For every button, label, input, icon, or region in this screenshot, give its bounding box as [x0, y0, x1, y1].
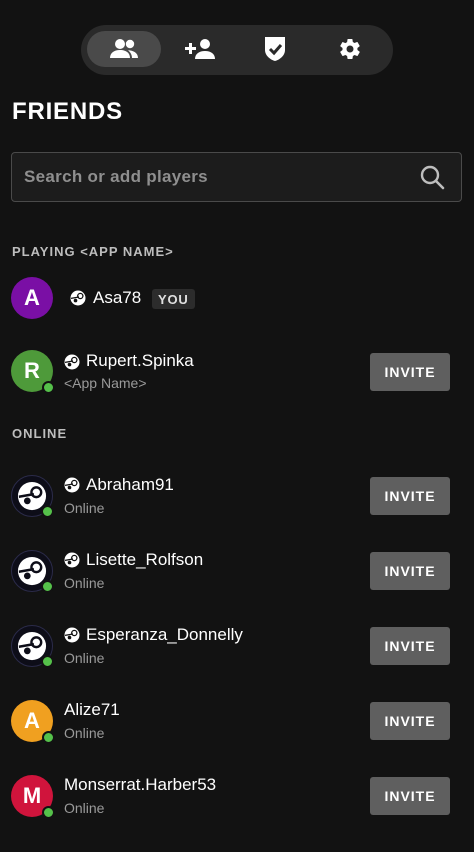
avatar-initial: M	[22, 783, 42, 808]
online-status-dot	[42, 381, 55, 394]
friends-icon	[110, 39, 138, 58]
online-status-dot	[41, 505, 54, 518]
you-badge: YOU	[152, 289, 195, 309]
list-item-monserrat: M Monserrat.Harber53 Online INVITE	[0, 766, 474, 826]
steam-icon	[64, 627, 80, 643]
section-header-playing: PLAYING <APP NAME>	[12, 244, 174, 259]
player-status: Online	[64, 725, 105, 741]
tab-add-friend[interactable]	[163, 31, 237, 67]
avatar-initial: A	[24, 708, 40, 733]
invite-button[interactable]: INVITE	[370, 777, 450, 815]
shield-check-icon	[265, 37, 285, 61]
player-status: Online	[64, 800, 105, 816]
player-status: Online	[64, 500, 105, 516]
avatar	[11, 625, 54, 668]
avatar: A	[11, 700, 55, 744]
player-name: Rupert.Spinka	[86, 351, 194, 370]
player-name: Alize71	[64, 700, 120, 719]
list-item-esperanza: Esperanza_Donnelly Online INVITE	[0, 616, 474, 676]
steam-icon	[64, 477, 80, 493]
list-item-abraham: Abraham91 Online INVITE	[0, 466, 474, 526]
avatar: A	[11, 277, 53, 319]
search-input[interactable]	[12, 153, 402, 201]
top-tab-bar	[81, 25, 393, 75]
online-status-dot	[41, 655, 54, 668]
avatar: M	[11, 775, 55, 819]
online-status-dot	[42, 731, 55, 744]
list-item-alize: A Alize71 Online INVITE	[0, 691, 474, 751]
page-title: FRIENDS	[12, 98, 123, 125]
avatar-initial: R	[24, 358, 40, 383]
online-status-dot	[41, 580, 54, 593]
player-name: Lisette_Rolfson	[86, 550, 204, 569]
avatar: R	[11, 350, 55, 394]
player-name: Esperanza_Donnelly	[86, 625, 243, 644]
avatar	[11, 475, 54, 518]
gear-icon	[340, 38, 360, 60]
list-item-self: A Asa78 YOU	[0, 268, 474, 328]
invite-button[interactable]: INVITE	[370, 353, 450, 391]
avatar	[11, 550, 54, 593]
player-name: Asa78	[93, 288, 142, 307]
steam-icon	[64, 354, 80, 370]
player-status: Online	[64, 575, 105, 591]
search-box	[11, 152, 462, 202]
player-name: Monserrat.Harber53	[64, 775, 217, 794]
player-name: Abraham91	[86, 475, 174, 494]
tab-shield[interactable]	[238, 31, 312, 67]
tab-settings[interactable]	[313, 31, 387, 67]
player-status: Online	[64, 650, 105, 666]
online-status-dot	[42, 806, 55, 819]
avatar-initial: A	[24, 285, 40, 310]
invite-button[interactable]: INVITE	[370, 477, 450, 515]
invite-button[interactable]: INVITE	[370, 627, 450, 665]
section-header-online: ONLINE	[12, 426, 68, 441]
steam-icon	[70, 290, 86, 306]
player-status: <App Name>	[64, 375, 147, 391]
steam-icon	[64, 552, 80, 568]
invite-button[interactable]: INVITE	[370, 702, 450, 740]
search-icon[interactable]	[419, 164, 445, 190]
tab-friends[interactable]	[87, 31, 161, 67]
list-item-rupert: R Rupert.Spinka <App Name> INVITE	[0, 342, 474, 402]
add-friend-icon	[185, 39, 215, 59]
list-item-lisette: Lisette_Rolfson Online INVITE	[0, 541, 474, 601]
invite-button[interactable]: INVITE	[370, 552, 450, 590]
